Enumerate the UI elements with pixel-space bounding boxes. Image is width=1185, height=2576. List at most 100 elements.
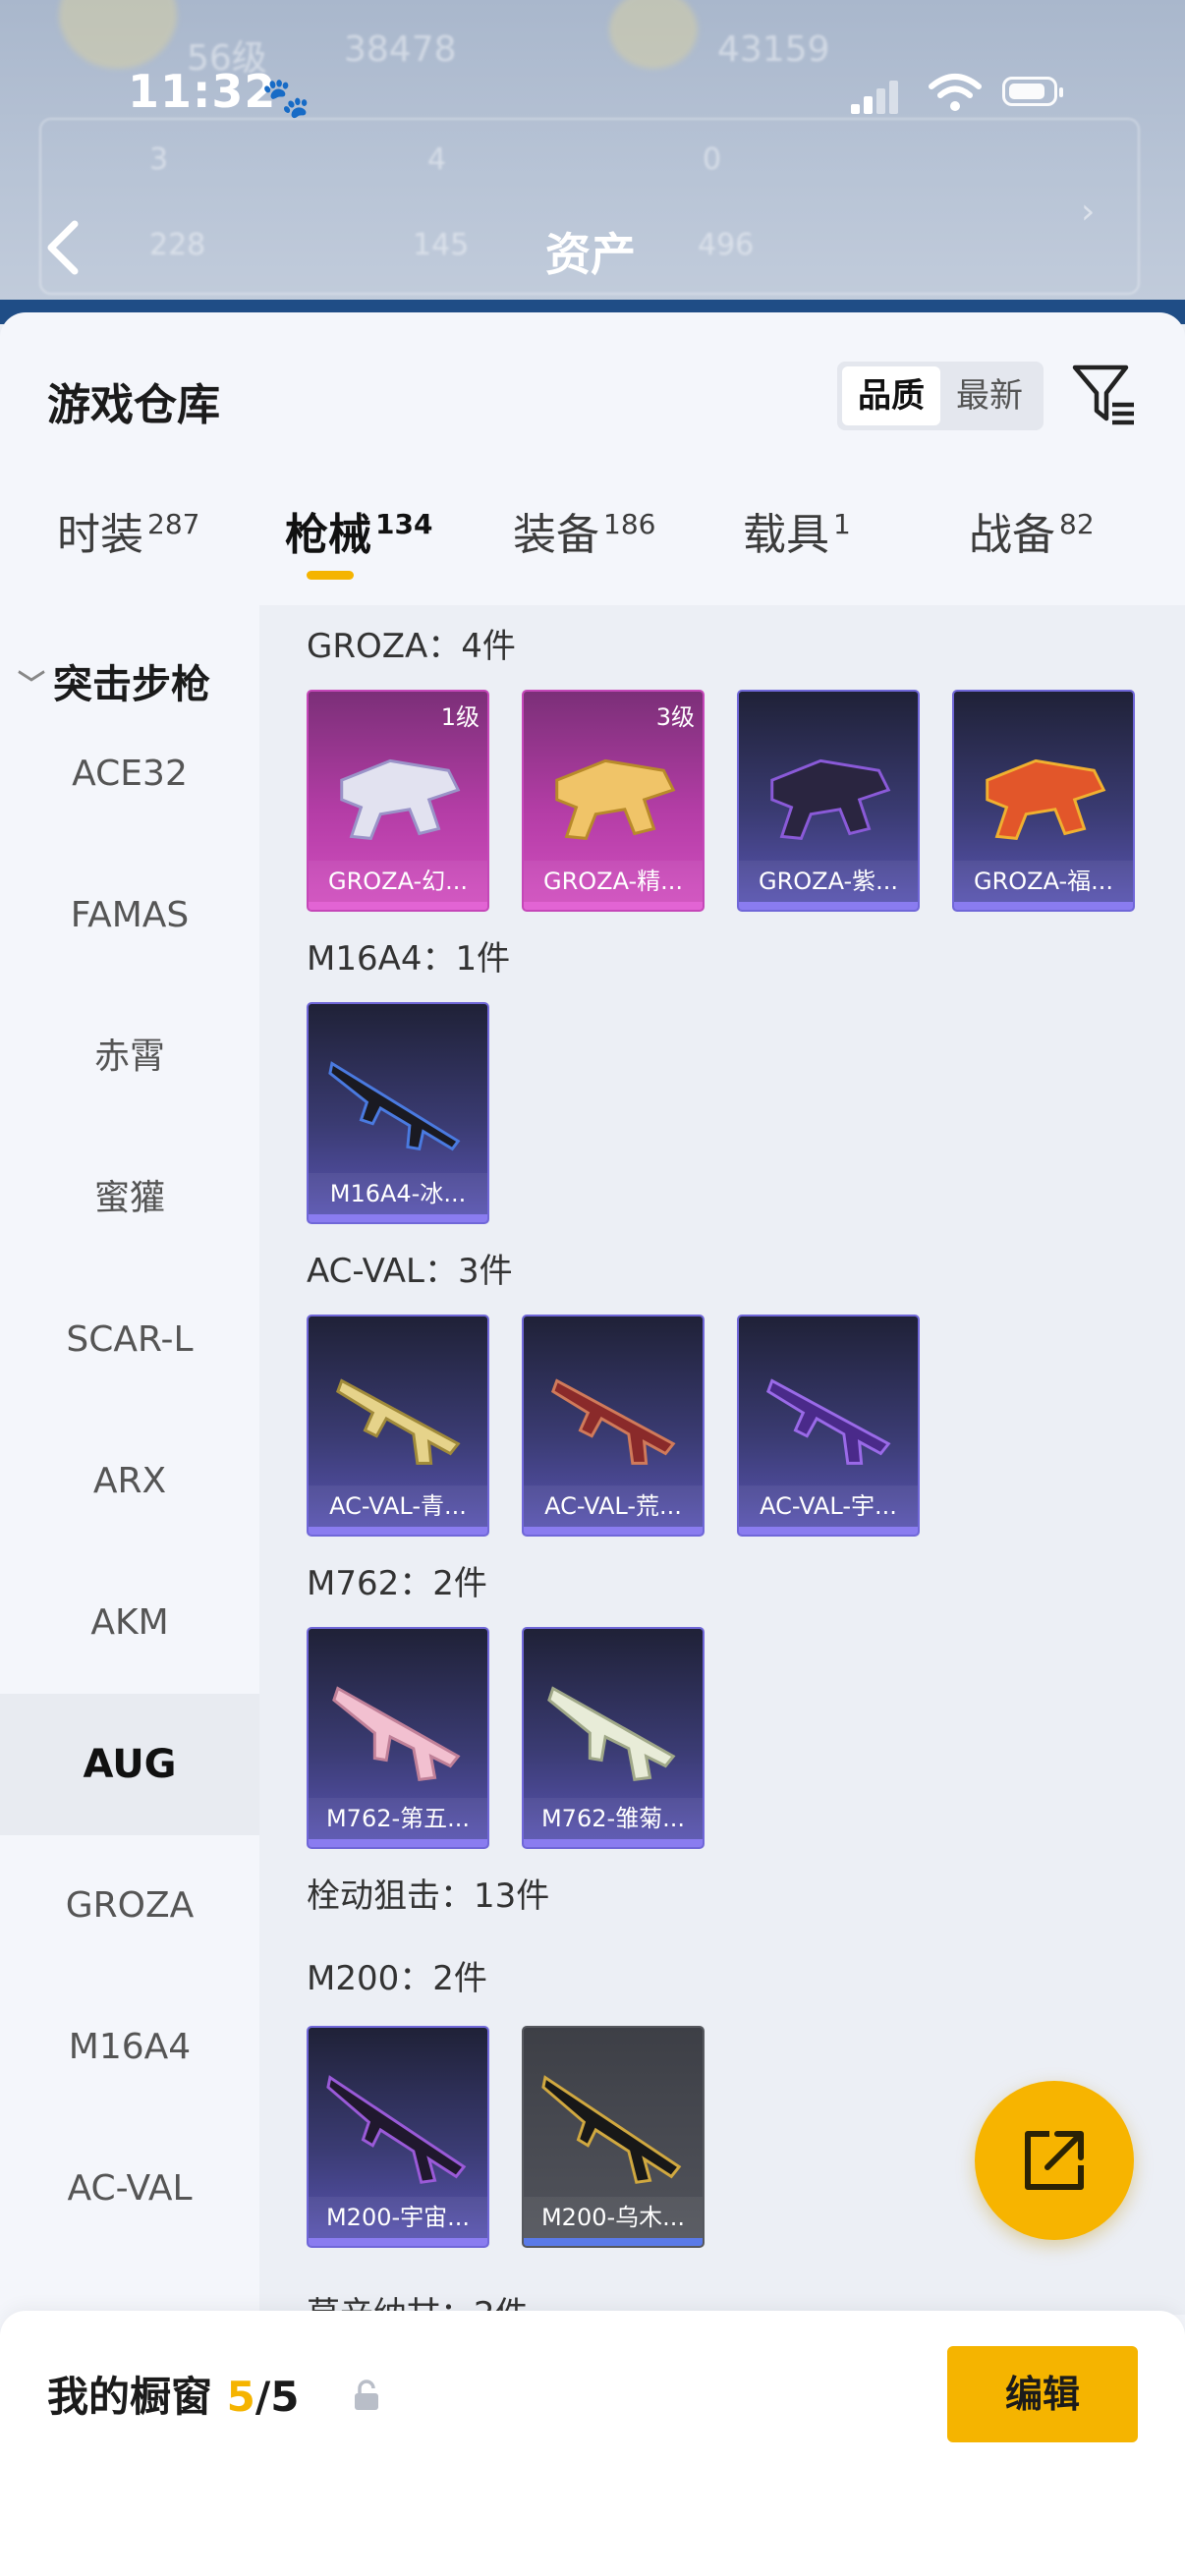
tab-label: 装备 (513, 510, 599, 560)
sidebar-item-mihuan[interactable]: 蜜獾 (0, 1128, 259, 1269)
weapon-card[interactable]: 3级 GROZA-精... (522, 690, 705, 912)
weapon-card[interactable]: M762-第五... (307, 1627, 489, 1849)
weapon-name: M200-乌木... (524, 2197, 703, 2238)
weapon-card[interactable]: M200-乌木... (522, 2026, 705, 2248)
weapon-skin-image (332, 1686, 461, 1781)
tab-label: 载具 (743, 510, 829, 560)
ghost-avatar-2 (609, 0, 698, 69)
weapon-name: AC-VAL-青... (309, 1485, 487, 1527)
sidebar-group-assault-rifles[interactable]: ﹀ 突击步枪 (18, 652, 210, 709)
weapon-name: GROZA-紫... (739, 861, 918, 902)
ghost-stat: 0 (703, 142, 722, 177)
rarity-bar (954, 902, 1133, 910)
group-heading-m762: M762：2件 (307, 1564, 487, 1603)
rarity-bar (309, 1839, 487, 1847)
nav-title: 资产 (545, 228, 636, 281)
tab-vehicles[interactable]: 载具 1 (743, 499, 851, 597)
rarity-bar (309, 1527, 487, 1535)
weapon-skin-image (550, 1378, 676, 1465)
weapon-card[interactable]: AC-VAL-青... (307, 1315, 489, 1537)
ghost-stat: 496 (698, 228, 755, 262)
weapon-name: M762-第五... (309, 1798, 487, 1839)
weapon-category-sidebar: ﹀ 突击步枪 ACE32 FAMAS 赤霄 蜜獾 SCAR-L ARX AKM A… (0, 605, 259, 2315)
tab-count: 186 (603, 508, 656, 540)
weapon-skin-image (328, 1061, 461, 1151)
chevron-down-icon: ﹀ (18, 668, 46, 700)
showcase-count: 5 (226, 2373, 255, 2421)
sidebar-item-m16a4[interactable]: M16A4 (0, 1977, 259, 2118)
rarity-bar (739, 902, 918, 910)
weapon-card[interactable]: 1级 GROZA-幻... (307, 690, 489, 912)
lock-icon (355, 2380, 378, 2410)
weapon-skin-image (326, 2075, 467, 2184)
weapon-skin-image (547, 1686, 676, 1781)
weapon-name: M16A4-冰... (309, 1173, 487, 1214)
rarity-bar (524, 1527, 703, 1535)
warehouse-sheet: 游戏仓库 品质 最新 时装 287 枪械 134 装备 186 载具 1 战备 82 ﹀ 突… (0, 312, 1185, 2576)
weapon-card[interactable]: M762-雏菊... (522, 1627, 705, 1849)
rarity-bar (309, 902, 487, 910)
weapon-name: M762-雏菊... (524, 1798, 703, 1839)
background-header: 56级 38478 43159 3 4 0 228 145 496 11:32 … (0, 0, 1185, 324)
ghost-stat: 228 (149, 228, 206, 262)
ghost-value-2: 43159 (717, 29, 830, 70)
sidebar-item-akm[interactable]: AKM (0, 1552, 259, 1694)
sidebar-item-chixiao[interactable]: 赤霄 (0, 986, 259, 1128)
weapon-name: AC-VAL-荒... (524, 1485, 703, 1527)
tab-count: 82 (1059, 508, 1095, 540)
weapon-skin-image (555, 758, 676, 840)
showcase-label: 我的橱窗 (47, 2373, 213, 2421)
tab-supplies[interactable]: 战备 82 (969, 499, 1095, 597)
paw-icon: 🐾 (261, 76, 310, 121)
sort-option-quality[interactable]: 品质 (842, 366, 940, 425)
weapon-grid: GROZA：4件 1级 GROZA-幻... 3级 GROZA-精... GRO… (259, 605, 1185, 2315)
showcase-title: 我的橱窗 5/5 (47, 2364, 299, 2424)
category-tabs: 时装 287 枪械 134 装备 186 载具 1 战备 82 (0, 499, 1185, 597)
sort-option-latest[interactable]: 最新 (940, 366, 1039, 425)
rarity-bar (309, 2238, 487, 2246)
weapon-card[interactable]: GROZA-福... (952, 690, 1135, 912)
weapon-card[interactable]: M200-宇宙... (307, 2026, 489, 2248)
rarity-bar (524, 902, 703, 910)
sheet-title: 游戏仓库 (47, 380, 220, 430)
ghost-stat: 3 (149, 142, 169, 177)
weapon-card[interactable]: AC-VAL-荒... (522, 1315, 705, 1537)
weapon-skin-image (986, 758, 1106, 840)
ghost-stat: 145 (413, 228, 470, 262)
sidebar-item-groza[interactable]: GROZA (0, 1835, 259, 1977)
sidebar-item-scar-l[interactable]: SCAR-L (0, 1269, 259, 1411)
sidebar-group-label: 突击步枪 (53, 662, 211, 707)
share-button[interactable] (975, 2081, 1134, 2240)
group-heading-groza: GROZA：4件 (307, 627, 516, 666)
ghost-value: 38478 (344, 29, 457, 70)
sidebar-item-ac-val[interactable]: AC-VAL (0, 2118, 259, 2260)
group-heading-bolt-action: 栓动狙击：13件 (307, 1876, 550, 1916)
weapon-card[interactable]: GROZA-紫... (737, 690, 920, 912)
weapon-skin-image (765, 1378, 891, 1465)
edit-button[interactable]: 编辑 (947, 2346, 1138, 2442)
weapon-name: GROZA-精... (524, 861, 703, 902)
weapon-name: M200-宇宙... (309, 2197, 487, 2238)
weapon-level-badge: 1级 (440, 703, 480, 731)
sidebar-item-arx[interactable]: ARX (0, 1411, 259, 1552)
back-arrow-icon[interactable] (43, 218, 83, 277)
sidebar-item-aug[interactable]: AUG (0, 1694, 259, 1835)
sort-segmented-control: 品质 最新 (837, 362, 1044, 430)
tab-label: 时装 (57, 510, 143, 560)
sidebar-item-ace32[interactable]: ACE32 (0, 703, 259, 845)
sidebar-item-famas[interactable]: FAMAS (0, 845, 259, 986)
group-heading-ac-val: AC-VAL：3件 (307, 1252, 513, 1291)
tab-equipment[interactable]: 装备 186 (513, 499, 655, 597)
weapon-card[interactable]: AC-VAL-宇... (737, 1315, 920, 1537)
rarity-bar (524, 1839, 703, 1847)
tab-count: 1 (833, 508, 851, 540)
showcase-total: /5 (254, 2373, 300, 2421)
share-external-icon (1025, 2131, 1084, 2190)
weapon-card[interactable]: M16A4-冰... (307, 1002, 489, 1224)
tab-fashion[interactable]: 时装 287 (57, 499, 199, 597)
battery-icon (1002, 77, 1063, 106)
ghost-stat: 4 (427, 142, 447, 177)
filter-icon[interactable] (1069, 360, 1138, 428)
tab-guns[interactable]: 枪械 134 (285, 499, 432, 597)
weapon-skin-image (335, 1378, 461, 1465)
